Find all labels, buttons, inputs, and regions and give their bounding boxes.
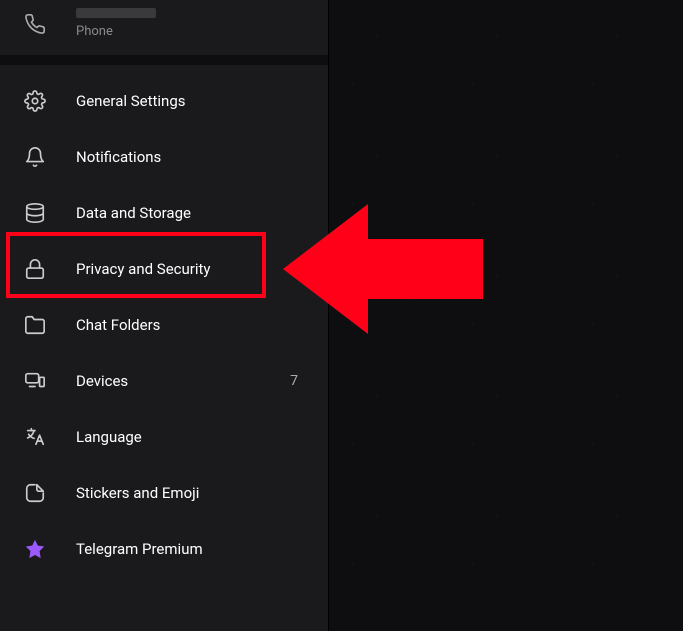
profile-phone-text: Phone — [76, 8, 156, 39]
devices-icon — [24, 370, 46, 392]
menu-label: Telegram Premium — [76, 540, 304, 558]
menu-item-devices[interactable]: Devices 7 — [0, 353, 328, 409]
menu-label: Notifications — [76, 148, 304, 166]
menu-label: Stickers and Emoji — [76, 484, 304, 502]
menu-label: Data and Storage — [76, 204, 304, 222]
sticker-icon — [24, 482, 46, 504]
settings-sidebar: Phone General Settings Notifications Dat… — [0, 0, 328, 631]
menu-label: Chat Folders — [76, 316, 304, 334]
section-divider — [0, 55, 328, 65]
menu-label: General Settings — [76, 92, 304, 110]
folder-icon — [24, 314, 46, 336]
menu-item-general-settings[interactable]: General Settings — [0, 73, 328, 129]
profile-phone-label: Phone — [76, 24, 156, 39]
menu-label: Language — [76, 428, 304, 446]
menu-item-stickers-emoji[interactable]: Stickers and Emoji — [0, 465, 328, 521]
menu-item-language[interactable]: Language — [0, 409, 328, 465]
menu-item-privacy-security[interactable]: Privacy and Security — [0, 241, 328, 297]
lock-icon — [24, 258, 46, 280]
menu-label: Privacy and Security — [76, 260, 304, 278]
profile-phone-row[interactable]: Phone — [0, 0, 328, 55]
bell-icon — [24, 146, 46, 168]
profile-phone-value-redacted — [76, 8, 156, 18]
phone-icon — [24, 13, 46, 35]
devices-count-badge: 7 — [290, 373, 298, 389]
chat-background — [328, 0, 683, 631]
menu-item-notifications[interactable]: Notifications — [0, 129, 328, 185]
menu-item-data-storage[interactable]: Data and Storage — [0, 185, 328, 241]
language-icon — [24, 426, 46, 448]
chat-pattern-overlay — [329, 0, 683, 631]
gear-icon — [24, 90, 46, 112]
settings-menu: General Settings Notifications Data and … — [0, 65, 328, 577]
menu-item-telegram-premium[interactable]: Telegram Premium — [0, 521, 328, 577]
menu-item-chat-folders[interactable]: Chat Folders — [0, 297, 328, 353]
menu-label: Devices — [76, 372, 260, 390]
database-icon — [24, 202, 46, 224]
star-icon — [24, 538, 46, 560]
